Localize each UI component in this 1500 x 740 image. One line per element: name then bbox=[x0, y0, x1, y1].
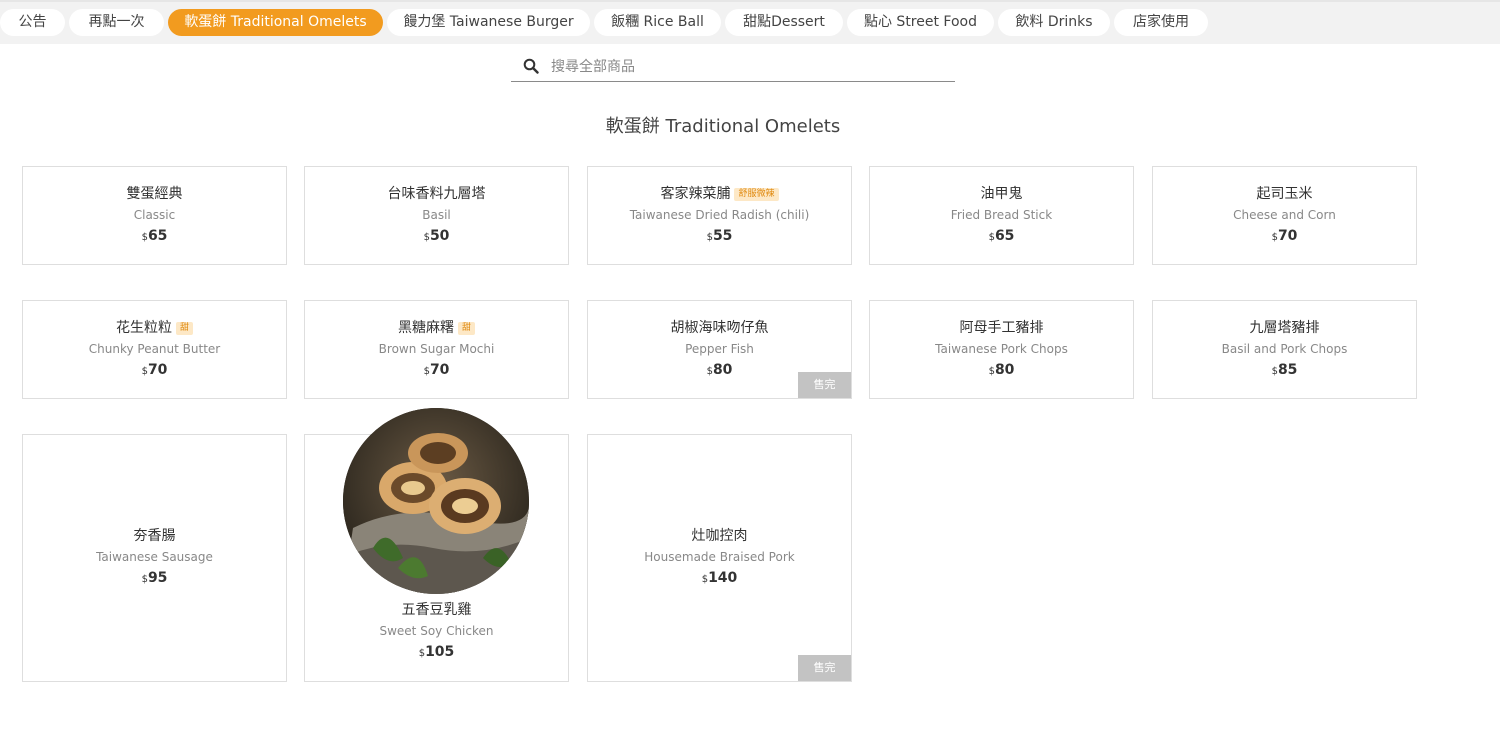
tab-drinks[interactable]: 飲料 Drinks bbox=[998, 9, 1110, 36]
item-name: 灶咖控肉 bbox=[691, 528, 748, 544]
menu-item-card[interactable]: 黑糖麻糬甜 Brown Sugar Mochi $70 bbox=[304, 300, 569, 399]
item-price: $85 bbox=[1153, 361, 1416, 381]
price-value: 55 bbox=[712, 228, 733, 244]
item-price: $70 bbox=[305, 361, 568, 381]
item-name: 阿母手工豬排 bbox=[959, 320, 1044, 336]
item-name: 夯香腸 bbox=[133, 528, 176, 544]
food-photo-illustration bbox=[343, 408, 529, 594]
item-english-name: Taiwanese Sausage bbox=[96, 550, 213, 564]
item-price: $70 bbox=[1153, 227, 1416, 247]
item-english-name: Sweet Soy Chicken bbox=[379, 624, 494, 638]
price-value: 80 bbox=[712, 362, 733, 378]
item-english-name: Housemade Braised Pork bbox=[644, 550, 795, 564]
price-value: 70 bbox=[1277, 228, 1298, 244]
item-price: $105 bbox=[305, 643, 568, 663]
tab-reorder[interactable]: 再點一次 bbox=[69, 9, 164, 36]
item-name-text: 客家辣菜脯 bbox=[660, 186, 731, 202]
menu-item-card[interactable]: 胡椒海味吻仔魚 Pepper Fish $80 售完 bbox=[587, 300, 852, 399]
item-name: 胡椒海味吻仔魚 bbox=[670, 320, 769, 336]
item-price: $55 bbox=[588, 227, 851, 247]
item-english-name: Chunky Peanut Butter bbox=[88, 342, 221, 356]
price-value: 80 bbox=[994, 362, 1015, 378]
spicy-badge: 舒服微辣 bbox=[734, 188, 779, 201]
price-value: 95 bbox=[147, 570, 168, 586]
item-price: $140 bbox=[588, 569, 851, 589]
search-bar bbox=[511, 55, 955, 82]
menu-item-card[interactable]: 客家辣菜脯 舒服微辣 Taiwanese Dried Radish (chili)… bbox=[587, 166, 852, 265]
menu-item-card[interactable]: 台味香料九層塔 Basil $50 bbox=[304, 166, 569, 265]
item-english-name: Cheese and Corn bbox=[1233, 208, 1336, 222]
price-value: 105 bbox=[425, 644, 455, 660]
tab-store-use[interactable]: 店家使用 bbox=[1114, 9, 1208, 36]
item-price: $65 bbox=[870, 227, 1133, 247]
item-price: $80 bbox=[870, 361, 1133, 381]
sold-out-badge: 售完 bbox=[798, 372, 851, 398]
item-name: 花生粒粒甜 bbox=[23, 319, 286, 337]
item-price: $70 bbox=[23, 361, 286, 381]
item-english-name: Classic bbox=[133, 208, 176, 222]
price-value: 70 bbox=[147, 362, 168, 378]
category-tab-bar: 公告 再點一次 軟蛋餅 Traditional Omelets 饅力堡 Taiw… bbox=[0, 0, 1500, 44]
sweet-badge: 甜 bbox=[175, 322, 193, 335]
menu-item-card[interactable]: 起司玉米 Cheese and Corn $70 bbox=[1152, 166, 1417, 265]
item-name: 雙蛋經典 bbox=[126, 186, 183, 202]
menu-item-card[interactable]: 五香豆乳雞 Sweet Soy Chicken $105 bbox=[304, 408, 569, 682]
section-title: 軟蛋餅 Traditional Omelets bbox=[605, 116, 841, 137]
item-english-name: Basil bbox=[422, 208, 451, 222]
tab-rice-ball[interactable]: 飯糰 Rice Ball bbox=[594, 9, 721, 36]
item-name: 起司玉米 bbox=[1256, 186, 1313, 202]
sweet-badge: 甜 bbox=[457, 322, 475, 335]
menu-item-card[interactable]: 阿母手工豬排 Taiwanese Pork Chops $80 bbox=[869, 300, 1134, 399]
price-value: 65 bbox=[147, 228, 168, 244]
price-value: 85 bbox=[1277, 362, 1298, 378]
item-name: 台味香料九層塔 bbox=[387, 186, 486, 202]
omelet-roll-photo bbox=[343, 408, 529, 594]
item-name-text: 花生粒粒 bbox=[115, 320, 172, 336]
item-name-text: 黑糖麻糬 bbox=[397, 320, 454, 336]
item-name: 五香豆乳雞 bbox=[401, 602, 472, 618]
item-name: 九層塔豬排 bbox=[1249, 320, 1320, 336]
price-value: 70 bbox=[429, 362, 450, 378]
menu-item-card[interactable]: 花生粒粒甜 Chunky Peanut Butter $70 bbox=[22, 300, 287, 399]
tab-announcement[interactable]: 公告 bbox=[0, 9, 65, 36]
price-value: 50 bbox=[429, 228, 450, 244]
price-value: 140 bbox=[708, 570, 738, 586]
item-price: $95 bbox=[23, 569, 286, 589]
item-english-name: Pepper Fish bbox=[685, 342, 754, 356]
search-input[interactable] bbox=[551, 55, 946, 79]
item-name: 客家辣菜脯 舒服微辣 bbox=[588, 185, 851, 203]
item-english-name: Brown Sugar Mochi bbox=[378, 342, 495, 356]
item-english-name: Fried Bread Stick bbox=[950, 208, 1053, 222]
menu-item-card[interactable]: 灶咖控肉 Housemade Braised Pork $140 售完 bbox=[587, 434, 852, 682]
search-icon[interactable] bbox=[523, 58, 539, 74]
menu-item-card[interactable]: 夯香腸 Taiwanese Sausage $95 bbox=[22, 434, 287, 682]
sold-out-badge: 售完 bbox=[798, 655, 851, 681]
tab-dessert[interactable]: 甜點Dessert bbox=[725, 9, 843, 36]
item-name: 油甲鬼 bbox=[980, 186, 1023, 202]
menu-item-card[interactable]: 油甲鬼 Fried Bread Stick $65 bbox=[869, 166, 1134, 265]
item-english-name: Taiwanese Pork Chops bbox=[935, 342, 1068, 356]
item-price: $50 bbox=[305, 227, 568, 247]
price-value: 65 bbox=[994, 228, 1015, 244]
menu-item-card[interactable]: 九層塔豬排 Basil and Pork Chops $85 bbox=[1152, 300, 1417, 399]
tab-street-food[interactable]: 點心 Street Food bbox=[847, 9, 994, 36]
tab-traditional-omelets[interactable]: 軟蛋餅 Traditional Omelets bbox=[168, 9, 383, 36]
item-name: 黑糖麻糬甜 bbox=[305, 319, 568, 337]
item-price: $65 bbox=[23, 227, 286, 247]
item-english-name: Basil and Pork Chops bbox=[1221, 342, 1348, 356]
tab-taiwanese-burger[interactable]: 饅力堡 Taiwanese Burger bbox=[387, 9, 590, 36]
menu-item-card[interactable]: 雙蛋經典 Classic $65 bbox=[22, 166, 287, 265]
item-english-name: Taiwanese Dried Radish (chili) bbox=[629, 208, 810, 222]
